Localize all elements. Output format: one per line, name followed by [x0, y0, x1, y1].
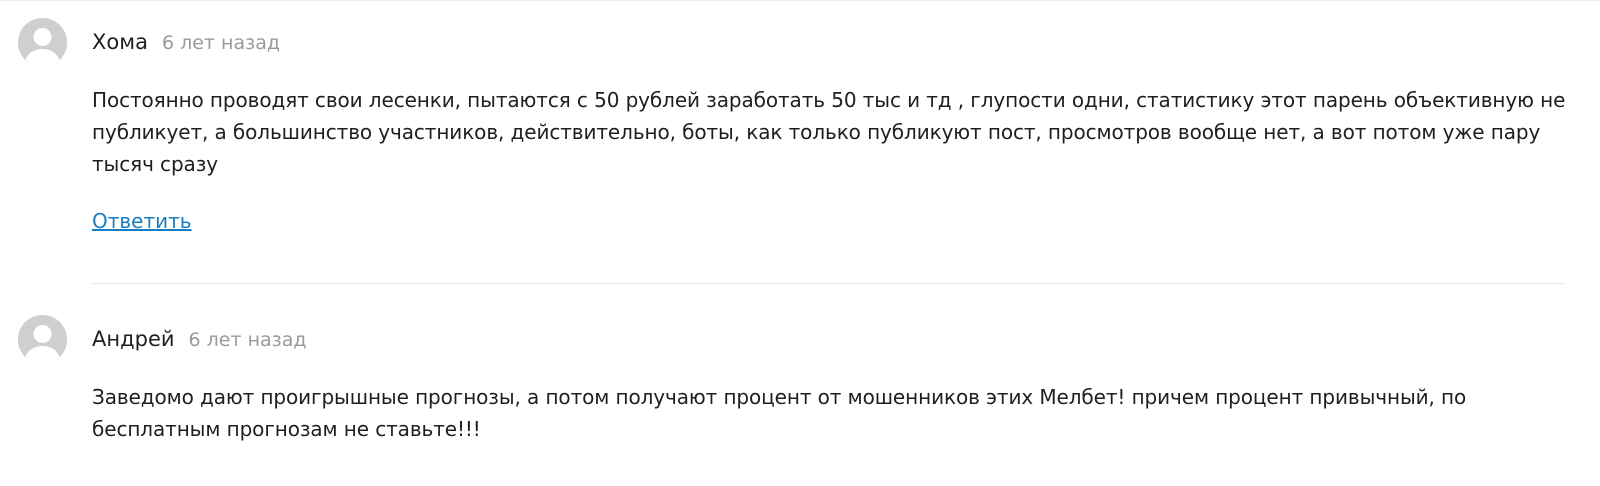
top-divider — [0, 0, 1600, 1]
comment-text: Заведомо дают проигрышные прогнозы, а по… — [92, 385, 1467, 441]
comment-author: Хома 6 лет назад — [92, 30, 280, 54]
author-name: Андрей — [92, 327, 175, 351]
author-name: Хома — [92, 30, 148, 54]
avatar-icon — [18, 315, 67, 364]
avatar-icon — [18, 18, 67, 67]
comment-author: Андрей 6 лет назад — [92, 327, 307, 351]
comment-date: 6 лет назад — [161, 32, 280, 54]
comment-divider — [92, 283, 1564, 284]
reply-link[interactable]: Ответить — [92, 209, 192, 233]
comment-date: 6 лет назад — [188, 329, 307, 351]
comment-text: Постоянно проводят свои лесенки, пытаютс… — [92, 88, 1566, 176]
